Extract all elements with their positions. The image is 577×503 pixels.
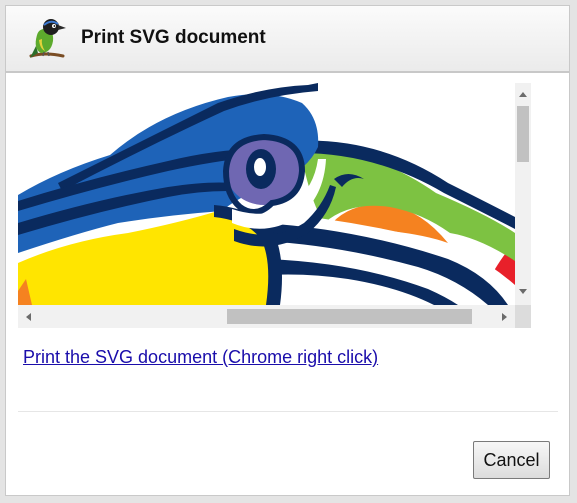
horizontal-scrollbar[interactable] — [18, 305, 515, 328]
bird-logo-icon — [29, 19, 66, 58]
toucan-illustration — [18, 83, 515, 305]
svg-preview-viewport — [18, 83, 515, 305]
scroll-up-arrow-icon[interactable] — [519, 92, 527, 97]
scrollbar-corner — [515, 305, 531, 328]
dialog-title: Print SVG document — [81, 27, 266, 48]
scroll-down-arrow-icon[interactable] — [519, 289, 527, 294]
horizontal-scroll-thumb[interactable] — [227, 309, 472, 324]
scroll-left-arrow-icon[interactable] — [26, 313, 31, 321]
scroll-right-arrow-icon[interactable] — [502, 313, 507, 321]
vertical-scrollbar[interactable] — [515, 83, 531, 305]
svg-preview-pane[interactable] — [18, 83, 531, 328]
cancel-button[interactable]: Cancel — [473, 441, 550, 479]
print-svg-link[interactable]: Print the SVG document (Chrome right cli… — [23, 347, 378, 368]
footer-divider — [18, 411, 558, 412]
print-dialog: Print SVG document Print the SVG documen… — [5, 5, 570, 496]
dialog-titlebar: Print SVG document — [6, 6, 569, 73]
vertical-scroll-thumb[interactable] — [517, 106, 529, 162]
